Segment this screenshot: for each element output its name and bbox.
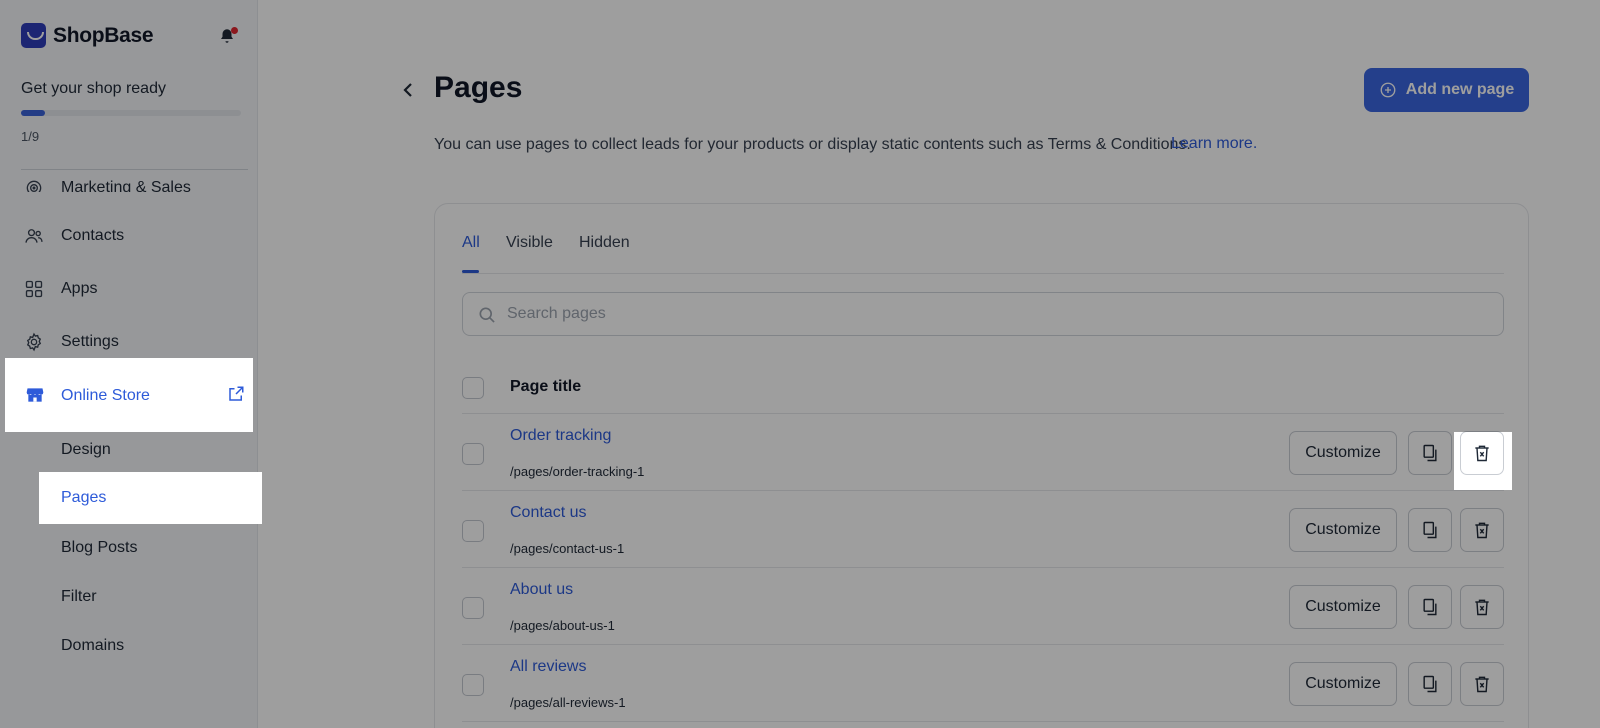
page-url: /pages/order-tracking-1 [510,464,645,479]
sidebar-item-label: Marketing & Sales [61,179,191,192]
trash-icon [1475,599,1489,616]
sidebar: ShopBase Get your shop ready 1/9 Marketi… [0,0,262,728]
row-checkbox[interactable] [462,674,484,696]
sidebar-item-label: Settings [61,333,119,350]
page-description: You can use pages to collect leads for y… [434,136,1191,153]
page-title-link[interactable]: About us [510,581,573,599]
sidebar-item-online-store[interactable]: Online Store [5,358,253,432]
store-icon [26,388,44,402]
pages-card: All Visible Hidden Page title Order trac… [434,203,1529,728]
users-icon [25,229,43,243]
trash-icon [1475,522,1489,539]
duplicate-button[interactable] [1408,508,1452,552]
external-link-icon[interactable] [227,385,245,403]
row-checkbox[interactable] [462,520,484,542]
notification-badge [231,27,238,34]
tab-active-indicator [462,270,479,273]
row-checkbox[interactable] [462,443,484,465]
tab-visible[interactable]: Visible [506,234,553,252]
tab-bar: All Visible Hidden [462,204,1504,274]
plus-circle-icon [1380,82,1396,98]
sidebar-item-apps[interactable]: Apps [0,263,258,315]
column-header-page-title: Page title [510,378,582,395]
delete-button[interactable] [1460,508,1504,552]
apps-grid-icon [25,280,43,298]
setup-progress-count: 1/9 [21,129,40,144]
duplicate-icon [1423,444,1437,462]
search-box [462,292,1504,336]
table-header: Page title [462,362,1504,414]
add-new-page-button[interactable]: Add new page [1364,68,1529,112]
gear-icon [26,332,42,352]
add-new-page-label: Add new page [1405,81,1515,98]
duplicate-icon [1423,521,1437,539]
page-title-link[interactable]: Contact us [510,504,586,522]
search-input[interactable] [507,293,1487,335]
sidebar-item-label: Contacts [61,227,125,244]
chevron-left-icon[interactable] [400,80,416,100]
search-icon [479,307,495,323]
table-row: All reviews /pages/all-reviews-1 Customi… [462,646,1504,722]
sidebar-subitem-blog-posts[interactable]: Blog Posts [61,539,137,557]
customize-button[interactable]: Customize [1289,585,1397,629]
table-row: Order tracking /pages/order-tracking-1 C… [462,415,1504,491]
sidebar-subitem-filter[interactable]: Filter [61,588,97,606]
setup-title[interactable]: Get your shop ready [21,80,166,98]
trash-icon [1475,676,1489,693]
table-row: About us /pages/about-us-1 Customize [462,569,1504,645]
target-icon [26,180,42,192]
sidebar-item-contacts[interactable]: Contacts [0,210,258,262]
page-title-link[interactable]: Order tracking [510,427,611,445]
sidebar-item-label: Apps [61,280,98,297]
sidebar-subitem-label: Pages [61,489,107,506]
setup-progress-fill [21,110,46,116]
duplicate-icon [1423,598,1437,616]
page-url: /pages/about-us-1 [510,618,615,633]
trash-icon [1475,445,1489,462]
row-checkbox[interactable] [462,597,484,619]
delete-button[interactable] [1460,585,1504,629]
shopbase-logo-icon [21,23,46,48]
delete-button[interactable] [1460,431,1504,475]
table-row: Contact us /pages/contact-us-1 Customize [462,492,1504,568]
brand-logo[interactable]: ShopBase [21,23,154,48]
customize-button[interactable]: Customize [1289,431,1397,475]
page-url: /pages/all-reviews-1 [510,695,626,710]
duplicate-button[interactable] [1408,662,1452,706]
customize-button[interactable]: Customize [1289,662,1397,706]
setup-progress-bar [21,110,241,116]
customize-button[interactable]: Customize [1289,508,1397,552]
sidebar-item-marketing[interactable]: Marketing & Sales [0,170,258,192]
duplicate-button[interactable] [1408,585,1452,629]
sidebar-subitem-design[interactable]: Design [61,441,111,459]
page-title-link[interactable]: All reviews [510,658,586,676]
brand-name: ShopBase [53,23,154,47]
duplicate-button[interactable] [1408,431,1452,475]
delete-button[interactable] [1460,662,1504,706]
tab-hidden[interactable]: Hidden [579,234,630,252]
tab-all[interactable]: All [462,234,480,252]
select-all-checkbox[interactable] [462,377,484,399]
sidebar-subitem-pages[interactable]: Pages [39,472,262,524]
sidebar-subitem-domains[interactable]: Domains [61,637,124,655]
sidebar-item-label: Online Store [61,387,150,404]
page-title: Pages [434,71,523,104]
duplicate-icon [1423,675,1437,693]
learn-more-link[interactable]: Learn more. [1171,135,1257,153]
page-url: /pages/contact-us-1 [510,541,625,556]
